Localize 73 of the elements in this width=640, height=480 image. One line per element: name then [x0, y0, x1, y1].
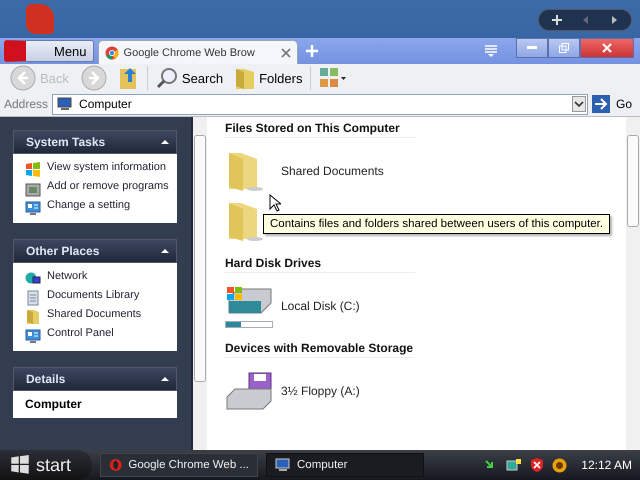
- section-heading: Hard Disk Drives: [225, 256, 415, 273]
- collapse-icon[interactable]: [160, 375, 170, 383]
- shield-icon[interactable]: [530, 457, 544, 473]
- task-link[interactable]: Documents Library: [47, 289, 140, 302]
- browser-logo-icon: [109, 457, 122, 473]
- restore-button[interactable]: [548, 38, 580, 58]
- group-title: Details: [26, 372, 66, 386]
- task-link[interactable]: Change a setting: [47, 199, 130, 212]
- taskbar-button[interactable]: Computer: [266, 453, 424, 477]
- left-arrow-icon[interactable]: [581, 15, 591, 25]
- programs-icon: [25, 181, 41, 197]
- detail-title: Computer: [25, 398, 82, 411]
- address-field[interactable]: Computer: [52, 94, 588, 114]
- browser-tab[interactable]: Google Chrome Web Brow: [98, 40, 298, 64]
- control-panel-icon: [25, 200, 41, 216]
- clock: 12:12 AM: [581, 458, 632, 472]
- start-button[interactable]: start: [0, 450, 92, 480]
- section-heading: Files Stored on This Computer: [225, 121, 415, 138]
- tooltip: Contains files and folders shared between users of this computer.: [263, 214, 610, 234]
- task-link[interactable]: Add or remove programs: [47, 180, 169, 193]
- views-icon: [319, 67, 348, 89]
- taskbar-button[interactable]: Google Chrome Web ...: [100, 453, 258, 477]
- group-title: System Tasks: [26, 135, 106, 149]
- item-label[interactable]: Shared Documents: [281, 164, 384, 178]
- collapse-icon[interactable]: [160, 247, 170, 255]
- item-label[interactable]: 3½ Floppy (A:): [281, 384, 360, 398]
- coin-icon[interactable]: [552, 458, 568, 472]
- windows-logo-icon: [10, 455, 30, 475]
- item-label[interactable]: Local Disk (C:): [281, 299, 360, 313]
- folder-up-icon: [118, 65, 139, 91]
- task-group-header[interactable]: Details: [13, 367, 177, 391]
- new-tab-icon[interactable]: [306, 45, 318, 57]
- chrome-logo-icon: [104, 46, 119, 60]
- tab-menu-icon[interactable]: [484, 44, 498, 58]
- close-icon: [602, 43, 612, 53]
- go-button[interactable]: Go: [592, 95, 636, 113]
- scrollbar[interactable]: [193, 117, 207, 450]
- task-link[interactable]: View system information: [47, 161, 166, 174]
- folders-button[interactable]: Folders: [231, 66, 306, 90]
- address-label: Address: [4, 97, 48, 111]
- minimize-button[interactable]: [516, 38, 548, 58]
- computer-icon: [57, 97, 74, 111]
- computer-icon: [275, 457, 291, 473]
- minimize-icon: [527, 46, 537, 50]
- search-icon: [156, 67, 178, 89]
- scrollbar[interactable]: [626, 117, 640, 450]
- restore-icon: [559, 43, 569, 53]
- close-icon[interactable]: [280, 48, 291, 58]
- windows-logo-icon: [25, 162, 41, 178]
- close-button[interactable]: [580, 38, 634, 58]
- disk-usage-bar: [225, 320, 273, 328]
- document-icon: [25, 290, 41, 306]
- folder-icon: [235, 66, 256, 90]
- tab-title: Google Chrome Web Brow: [124, 46, 256, 58]
- task-link[interactable]: Shared Documents: [47, 308, 142, 321]
- task-group-header[interactable]: Other Places: [13, 239, 177, 263]
- mouse-cursor-icon: [269, 194, 281, 212]
- control-panel-icon: [25, 328, 41, 344]
- task-link[interactable]: Control Panel: [47, 327, 114, 340]
- group-title: Other Places: [26, 244, 100, 258]
- search-button[interactable]: Search: [152, 67, 228, 89]
- section-heading: Devices with Removable Storage: [225, 341, 415, 358]
- right-arrow-icon[interactable]: [609, 15, 619, 25]
- dropdown-icon[interactable]: [572, 96, 586, 112]
- collapse-icon[interactable]: [160, 138, 170, 146]
- task-group-header[interactable]: System Tasks: [13, 130, 177, 154]
- folder-icon: [25, 309, 41, 325]
- monitor-icon[interactable]: [506, 458, 522, 472]
- plus-icon[interactable]: [551, 14, 563, 26]
- task-link[interactable]: Network: [47, 270, 88, 283]
- arrow-right-icon: [592, 95, 610, 113]
- menu-button[interactable]: Menu: [4, 40, 94, 62]
- floppy-drive-icon[interactable]: [225, 371, 273, 411]
